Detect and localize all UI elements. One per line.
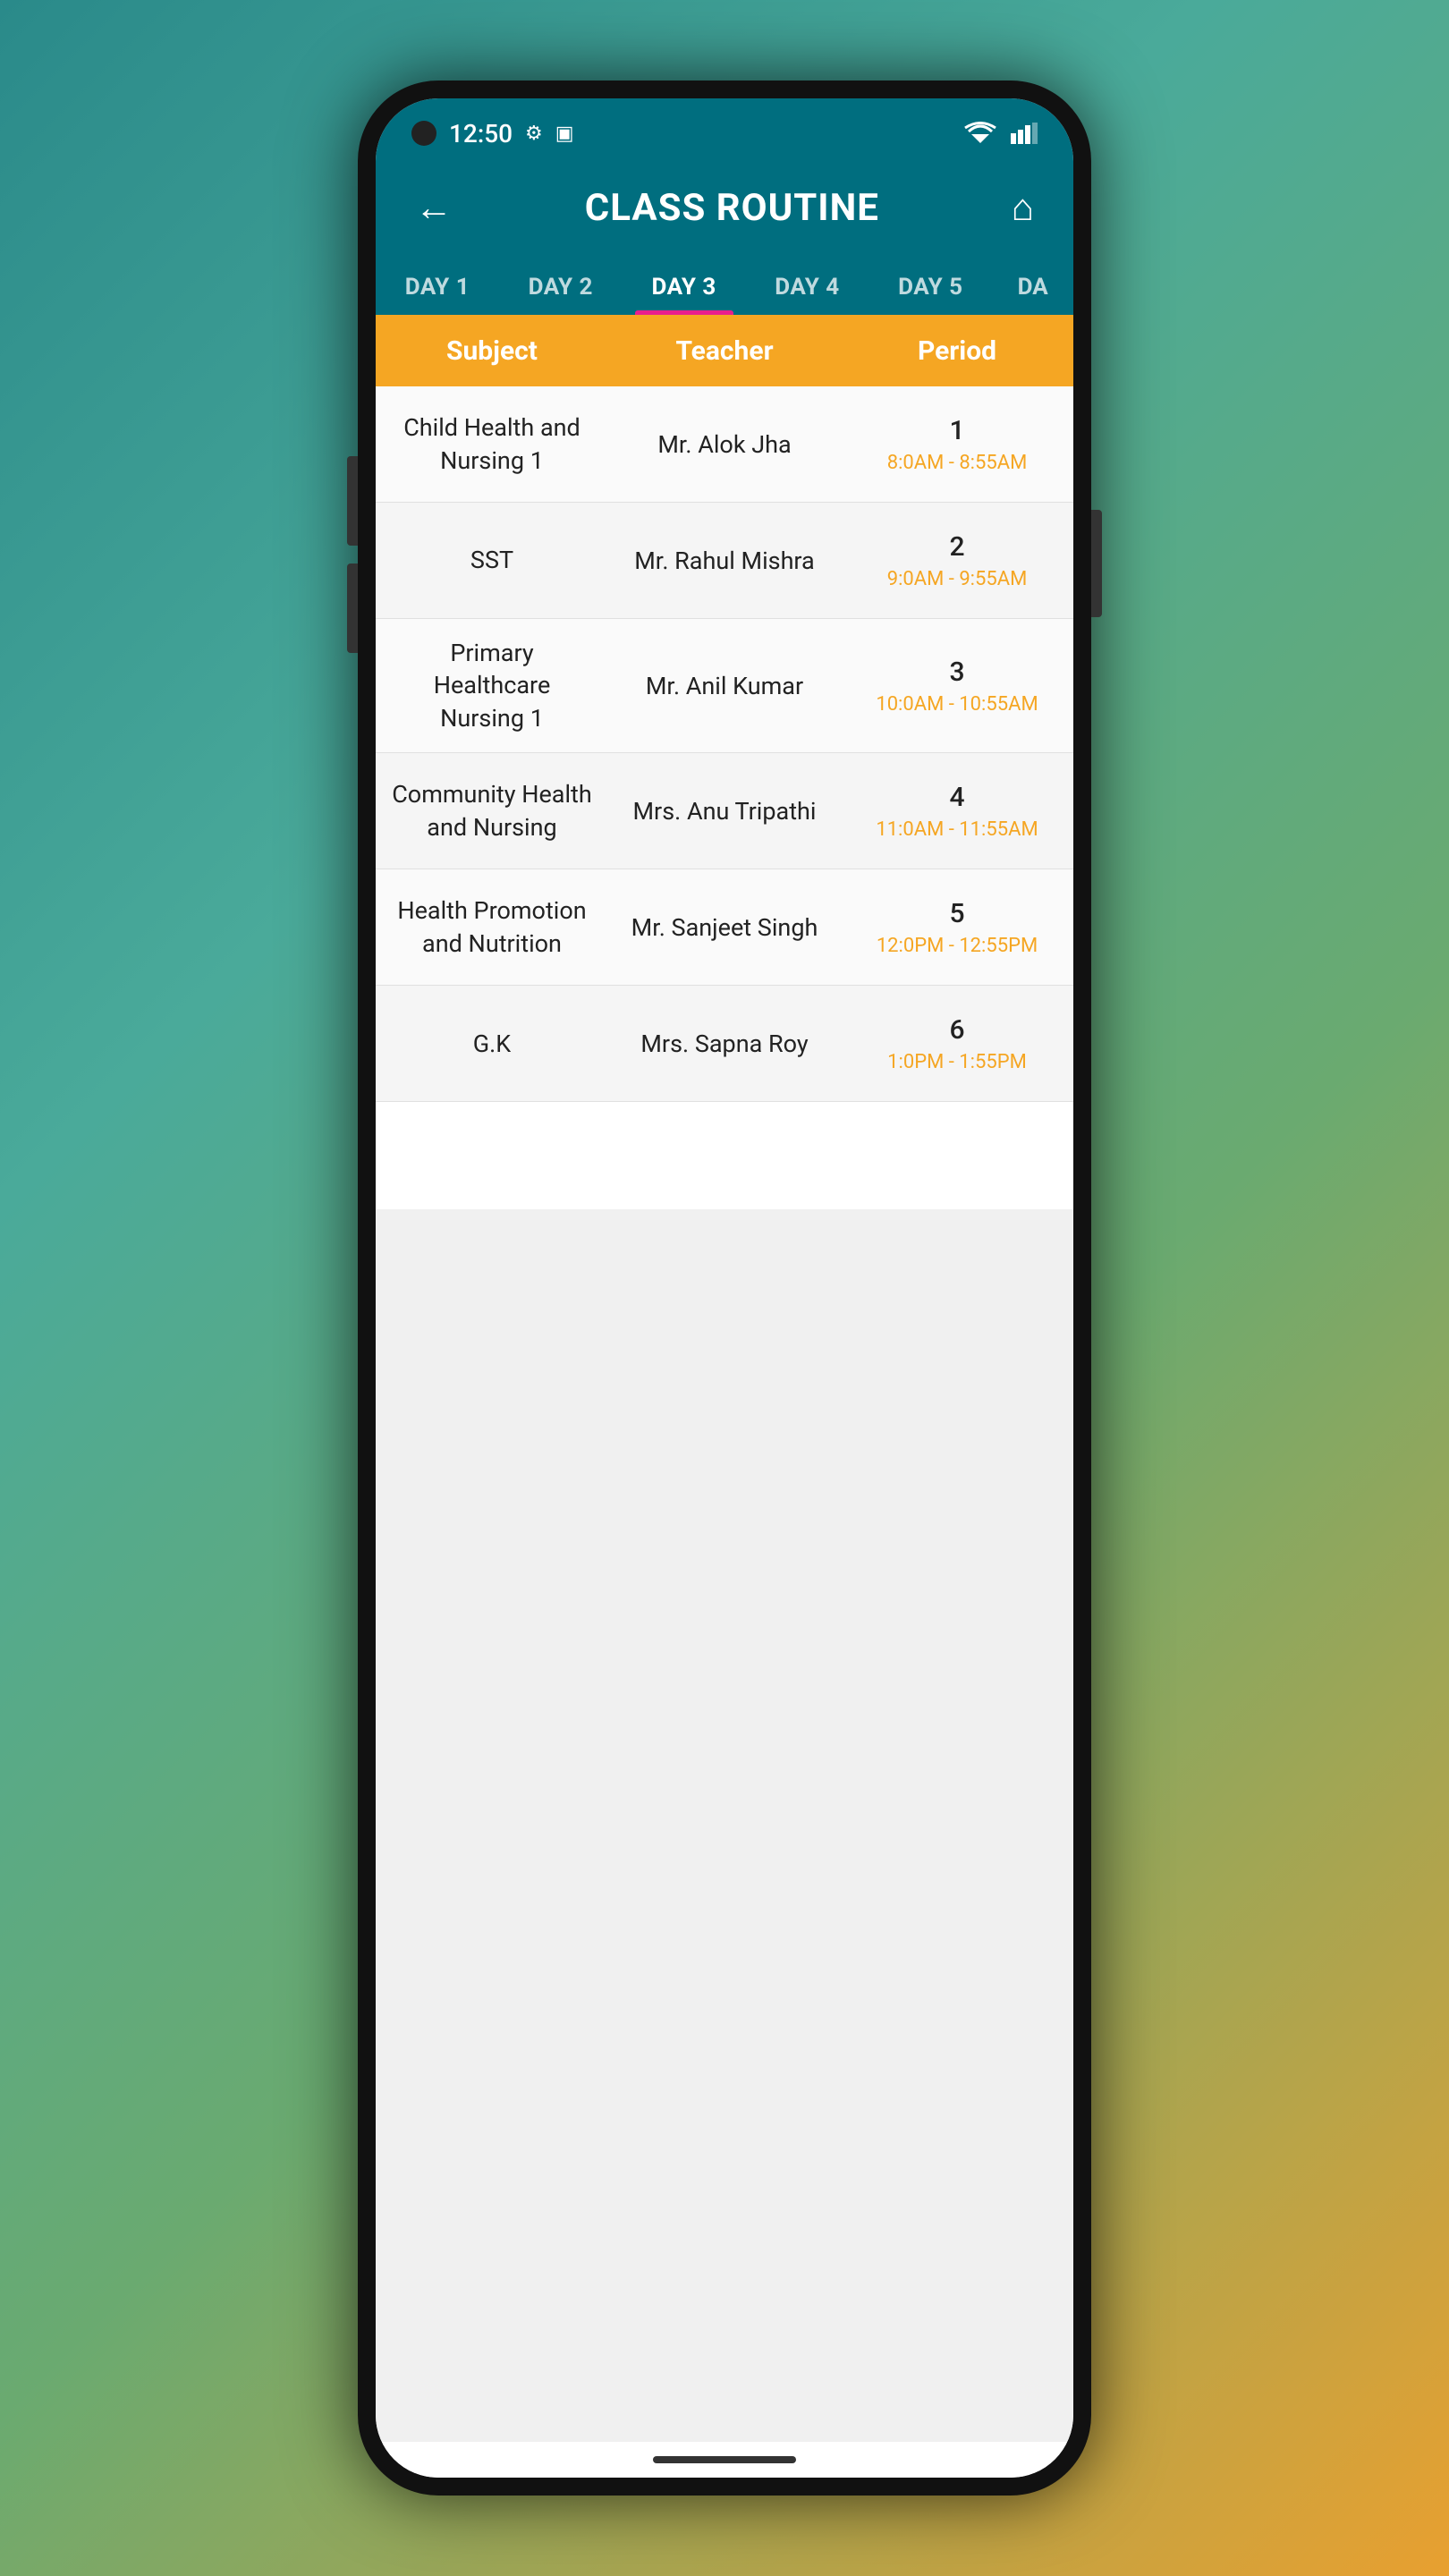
table-row: G.K Mrs. Sapna Roy 6 1:0PM - 1:55PM [376,986,1073,1102]
tab-day5[interactable]: DAY 5 [869,254,992,315]
tab-day4[interactable]: DAY 4 [746,254,869,315]
settings-icon: ⚙ [525,123,543,145]
table-row: SST Mr. Rahul Mishra 2 9:0AM - 9:55AM [376,503,1073,619]
home-bar [653,2456,796,2463]
col-header-period: Period [841,321,1073,381]
signal-icon [1011,123,1038,144]
table-row: Child Health and Nursing 1 Mr. Alok Jha … [376,386,1073,503]
home-button[interactable]: ⌂ [1004,179,1041,236]
wifi-icon [964,122,996,145]
app-bar: ← CLASS ROUTINE ⌂ [376,161,1073,254]
cell-subject: SST [376,503,608,618]
tab-day6-overflow[interactable]: DA [992,254,1073,315]
tab-day2[interactable]: DAY 2 [499,254,623,315]
cell-subject: Health Promotion and Nutrition [376,869,608,985]
bottom-spacer [376,1102,1073,1209]
cell-period: 6 1:0PM - 1:55PM [841,986,1073,1101]
page-title: CLASS ROUTINE [585,186,879,230]
cell-subject: Child Health and Nursing 1 [376,386,608,502]
cell-teacher: Mr. Anil Kumar [608,619,841,752]
home-indicator [376,2442,1073,2478]
sim-icon: ▣ [555,123,574,145]
table-header: Subject Teacher Period [376,315,1073,386]
tab-day1[interactable]: DAY 1 [376,254,499,315]
status-bar: 12:50 ⚙ ▣ [376,98,1073,161]
cell-teacher: Mr. Sanjeet Singh [608,869,841,985]
status-right-icons [964,122,1038,145]
table-row: Health Promotion and Nutrition Mr. Sanje… [376,869,1073,986]
cell-teacher: Mr. Alok Jha [608,386,841,502]
schedule-table: Child Health and Nursing 1 Mr. Alok Jha … [376,386,1073,2442]
cell-teacher: Mr. Rahul Mishra [608,503,841,618]
cell-teacher: Mrs. Anu Tripathi [608,753,841,869]
cell-subject: G.K [376,986,608,1101]
cell-period: 1 8:0AM - 8:55AM [841,386,1073,502]
col-header-subject: Subject [376,321,608,381]
col-header-teacher: Teacher [608,321,841,381]
cell-period: 3 10:0AM - 10:55AM [841,619,1073,752]
cell-subject: Community Health and Nursing [376,753,608,869]
status-time: 12:50 [449,119,513,148]
tab-day3[interactable]: DAY 3 [623,254,746,315]
cell-subject: Primary Healthcare Nursing 1 [376,619,608,752]
table-row: Community Health and Nursing Mrs. Anu Tr… [376,753,1073,869]
camera-icon [411,121,436,146]
cell-period: 4 11:0AM - 11:55AM [841,753,1073,869]
back-button[interactable]: ← [408,179,460,236]
day-tabs: DAY 1 DAY 2 DAY 3 DAY 4 DAY 5 DA [376,254,1073,315]
table-row: Primary Healthcare Nursing 1 Mr. Anil Ku… [376,619,1073,753]
cell-teacher: Mrs. Sapna Roy [608,986,841,1101]
cell-period: 2 9:0AM - 9:55AM [841,503,1073,618]
cell-period: 5 12:0PM - 12:55PM [841,869,1073,985]
